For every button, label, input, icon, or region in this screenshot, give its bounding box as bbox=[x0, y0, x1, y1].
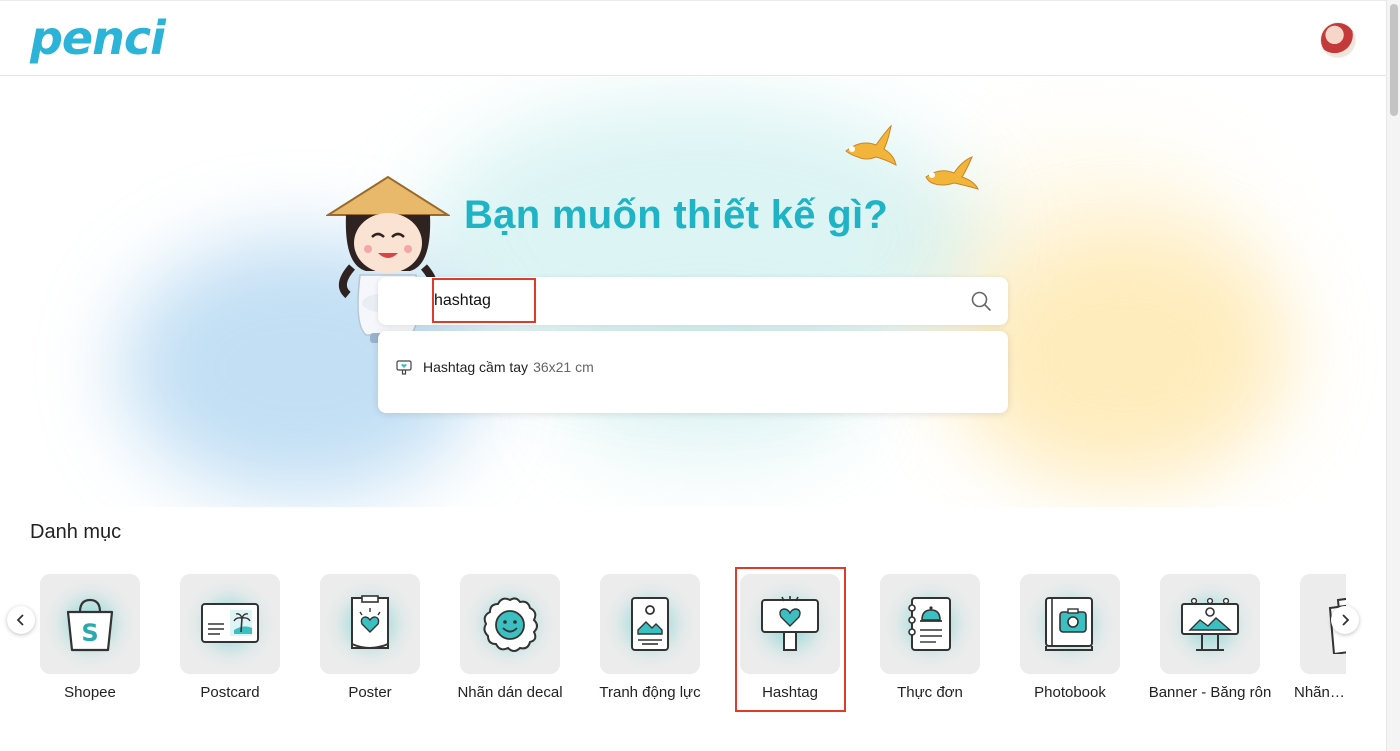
category-tile: S bbox=[40, 574, 140, 674]
bg-blob bbox=[960, 227, 1290, 487]
shopping-bag-icon: S bbox=[66, 598, 114, 652]
category-card-shopee[interactable]: S Shopee bbox=[40, 574, 140, 701]
category-card-decal[interactable]: Nhãn dán decal bbox=[457, 574, 563, 701]
photobook-icon bbox=[1045, 597, 1093, 651]
category-card-banner[interactable]: Banner - Băng rôn bbox=[1149, 574, 1271, 701]
hero-title: Bạn muốn thiết kế gì? bbox=[464, 193, 889, 237]
category-tile bbox=[740, 574, 840, 674]
category-tile bbox=[460, 574, 560, 674]
category-tile bbox=[1160, 574, 1260, 674]
frame-icon bbox=[631, 597, 669, 651]
menu-book-icon bbox=[908, 597, 951, 651]
carousel-next-button[interactable] bbox=[1331, 606, 1359, 634]
user-avatar[interactable] bbox=[1320, 22, 1356, 58]
suggestion-name: Hashtag cầm tay bbox=[423, 359, 529, 375]
svg-text:S: S bbox=[81, 619, 98, 647]
category-label: Banner - Băng rôn bbox=[1148, 684, 1272, 701]
category-card-postcard[interactable]: Postcard bbox=[180, 574, 280, 701]
penci-logo[interactable]: penci bbox=[30, 11, 166, 65]
birds-illustration-icon bbox=[845, 124, 979, 190]
category-label: Hashtag bbox=[762, 684, 818, 701]
search-box bbox=[378, 277, 1008, 325]
categories-carousel: S Shopee Postcard Poster Nhãn dán decal … bbox=[0, 566, 1386, 716]
poster-icon bbox=[351, 595, 389, 649]
billboard-icon bbox=[1181, 597, 1239, 651]
category-label: Shopee bbox=[64, 684, 116, 701]
category-label: Photobook bbox=[1034, 684, 1106, 701]
category-label: Nhãn dán decal bbox=[457, 684, 563, 701]
top-header: penci bbox=[0, 0, 1386, 76]
categories-title: Danh mục bbox=[30, 521, 122, 543]
chevron-left-icon bbox=[16, 614, 24, 626]
category-card-label[interactable]: Nhãn dán bbox=[1294, 574, 1346, 701]
hashtag-sign-icon bbox=[761, 596, 819, 651]
hashtag-sign-icon bbox=[396, 360, 412, 375]
chevron-right-icon bbox=[1342, 614, 1350, 626]
category-label: Nhãn dán bbox=[1294, 684, 1346, 701]
search-suggestions: Hashtag cầm tay 36x21 cm bbox=[378, 331, 1008, 413]
category-tile bbox=[880, 574, 980, 674]
suggestion-size: 36x21 cm bbox=[533, 359, 594, 375]
categories-track: S Shopee Postcard Poster Nhãn dán decal … bbox=[40, 566, 1346, 716]
category-card-menu[interactable]: Thực đơn bbox=[880, 574, 980, 701]
suggestion-item[interactable]: Hashtag cầm tay 36x21 cm bbox=[396, 355, 594, 379]
category-tile bbox=[600, 574, 700, 674]
search-icon[interactable] bbox=[970, 290, 992, 312]
category-card-motivation[interactable]: Tranh động lực bbox=[599, 574, 701, 701]
search-input[interactable] bbox=[434, 277, 934, 325]
category-label: Postcard bbox=[200, 684, 260, 701]
category-label: Poster bbox=[348, 684, 392, 701]
category-label: Thực đơn bbox=[897, 684, 963, 701]
category-card-hashtag[interactable]: Hashtag bbox=[740, 574, 840, 701]
category-label: Tranh động lực bbox=[599, 684, 701, 701]
carousel-prev-button[interactable] bbox=[7, 606, 35, 634]
sticker-icon bbox=[483, 597, 538, 652]
scrollbar-thumb[interactable] bbox=[1390, 4, 1398, 116]
postcard-icon bbox=[201, 603, 259, 643]
category-card-poster[interactable]: Poster bbox=[320, 574, 420, 701]
hero-section: Bạn muốn thiết kế gì? Hash bbox=[0, 77, 1386, 507]
category-tile bbox=[180, 574, 280, 674]
category-tile bbox=[320, 574, 420, 674]
category-tile bbox=[1020, 574, 1120, 674]
category-card-photobook[interactable]: Photobook bbox=[1020, 574, 1120, 701]
page-scrollbar[interactable] bbox=[1386, 0, 1400, 751]
